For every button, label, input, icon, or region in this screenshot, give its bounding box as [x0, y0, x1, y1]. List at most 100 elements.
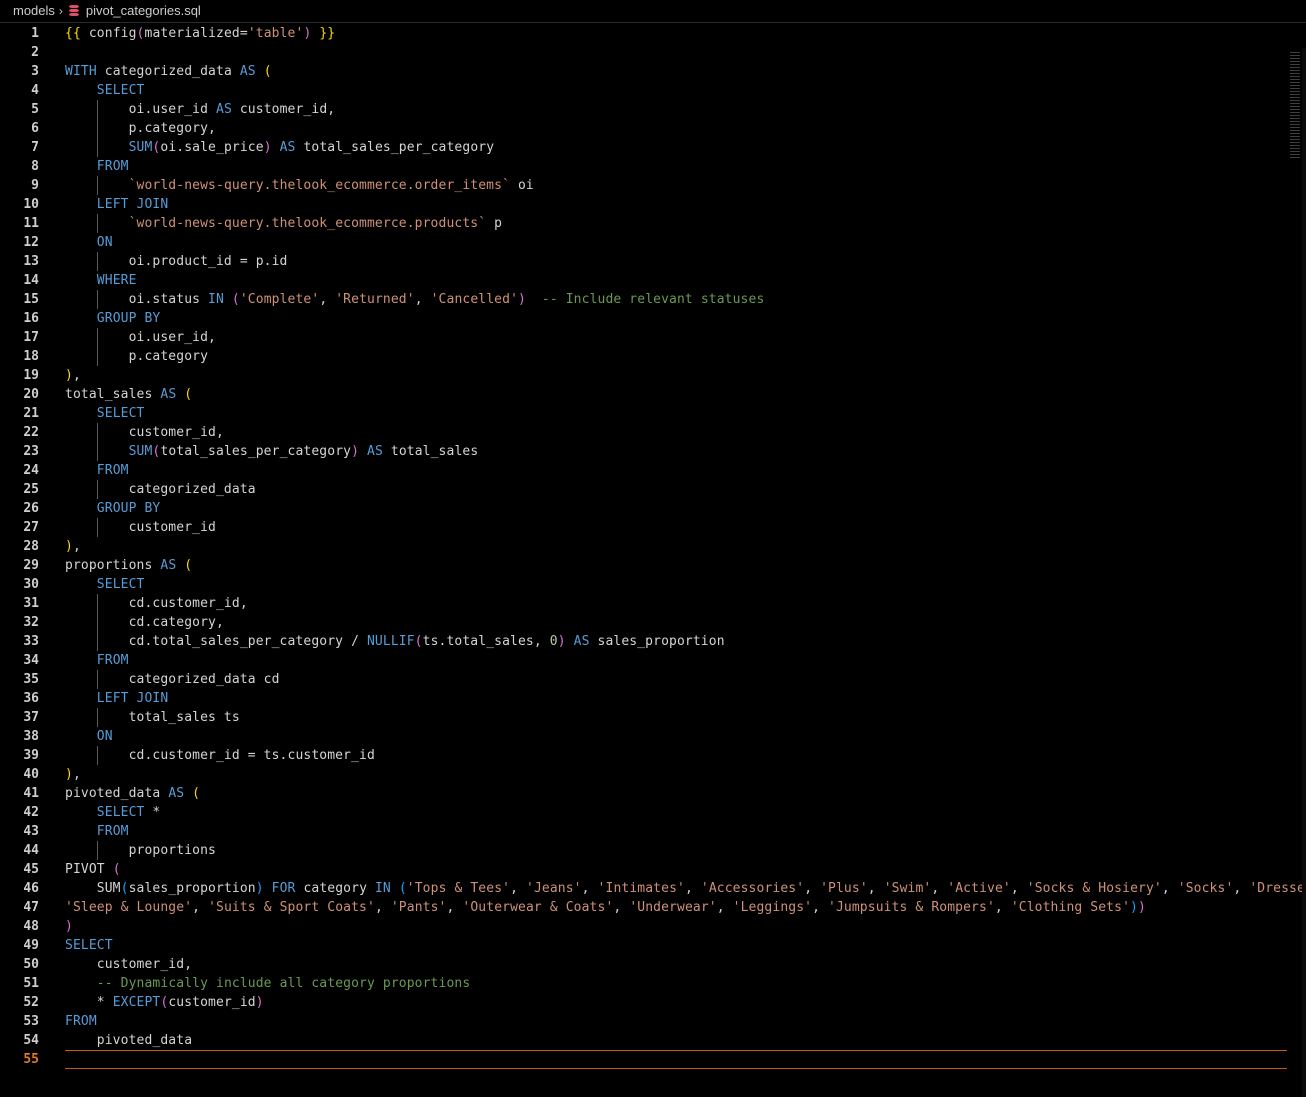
code-line[interactable]: 34 FROM: [0, 651, 1306, 670]
code-text: customer_id,: [65, 425, 224, 440]
code-text: cd.total_sales_per_category / NULLIF(ts.…: [65, 634, 725, 649]
line-number: 12: [23, 235, 39, 250]
line-number: 20: [23, 387, 39, 402]
code-text: WHERE: [96, 273, 137, 288]
code-text: SELECT: [96, 406, 145, 421]
code-line[interactable]: 26 GROUP BY: [0, 499, 1306, 518]
indent-guide: [96, 594, 98, 651]
code-line[interactable]: 38 ON: [0, 727, 1306, 746]
code-line[interactable]: 32 cd.category,: [0, 613, 1306, 632]
code-text: ON: [96, 729, 113, 744]
code-line[interactable]: 7 SUM(oi.sale_price) AS total_sales_per_…: [0, 138, 1306, 157]
code-line[interactable]: 27 customer_id: [0, 518, 1306, 537]
code-line[interactable]: 24 FROM: [0, 461, 1306, 480]
code-line[interactable]: 18 p.category: [0, 347, 1306, 366]
code-text: LEFT JOIN: [96, 197, 169, 212]
code-line[interactable]: 30 SELECT: [0, 575, 1306, 594]
code-text: oi.status IN ('Complete', 'Returned', 'C…: [65, 292, 765, 307]
code-line[interactable]: 6 p.category,: [0, 119, 1306, 138]
line-number: 24: [23, 463, 39, 478]
code-text: p.category,: [65, 121, 216, 136]
code-line[interactable]: 31 cd.customer_id,: [0, 594, 1306, 613]
code-line[interactable]: 9 `world-news-query.thelook_ecommerce.or…: [0, 176, 1306, 195]
code-line[interactable]: 45 PIVOT (: [0, 860, 1306, 879]
line-number: 26: [23, 501, 39, 516]
code-line[interactable]: 42 SELECT *: [0, 803, 1306, 822]
code-text: {{ config(materialized='table') }}: [65, 26, 336, 41]
code-line[interactable]: 44 proportions: [0, 841, 1306, 860]
vertical-scrollbar[interactable]: [1302, 48, 1306, 1097]
indent-guide: [96, 480, 98, 499]
code-line[interactable]: 50 customer_id,: [0, 955, 1306, 974]
code-editor[interactable]: 1{{ config(materialized='table') }} 2 3 WIT…: [0, 24, 1306, 1097]
code-line[interactable]: 40),: [0, 765, 1306, 784]
code-text: oi.user_id,: [65, 330, 216, 345]
line-number: 49: [23, 938, 39, 953]
code-line[interactable]: 49 SELECT: [0, 936, 1306, 955]
code-line[interactable]: 2: [0, 43, 1306, 62]
line-number: 52: [23, 995, 39, 1010]
code-text: PIVOT (: [65, 862, 121, 877]
code-line[interactable]: 12 ON: [0, 233, 1306, 252]
code-line[interactable]: 23 SUM(total_sales_per_category) AS tota…: [0, 442, 1306, 461]
code-line[interactable]: 52 * EXCEPT(customer_id): [0, 993, 1306, 1012]
code-text: SUM(sales_proportion) FOR category IN ('…: [65, 881, 1306, 896]
code-line[interactable]: 53 FROM: [0, 1012, 1306, 1031]
code-line[interactable]: 20 total_sales AS (: [0, 385, 1306, 404]
code-text: cd.category,: [65, 615, 224, 630]
code-line[interactable]: 11 `world-news-query.thelook_ecommerce.p…: [0, 214, 1306, 233]
code-text: proportions: [65, 843, 216, 858]
line-number: 38: [23, 729, 39, 744]
code-line[interactable]: 54 pivoted_data: [0, 1031, 1306, 1050]
code-text: `world-news-query.thelook_ecommerce.prod…: [128, 216, 503, 231]
code-line[interactable]: 16 GROUP BY: [0, 309, 1306, 328]
code-line[interactable]: 36 LEFT JOIN: [0, 689, 1306, 708]
code-line[interactable]: 29 proportions AS (: [0, 556, 1306, 575]
code-line[interactable]: 19),: [0, 366, 1306, 385]
code-line[interactable]: 37 total_sales ts: [0, 708, 1306, 727]
code-line[interactable]: 43 FROM: [0, 822, 1306, 841]
code-line[interactable]: 17 oi.user_id,: [0, 328, 1306, 347]
code-line[interactable]: 8 FROM: [0, 157, 1306, 176]
code-line[interactable]: 21 SELECT: [0, 404, 1306, 423]
line-number: 33: [23, 634, 39, 649]
breadcrumb-folder[interactable]: models: [13, 0, 55, 22]
code-line[interactable]: 4 SELECT: [0, 81, 1306, 100]
indent-guide: [96, 252, 98, 271]
code-text: 'Sleep & Lounge', 'Suits & Sport Coats',…: [65, 900, 1146, 915]
code-line[interactable]: 3 WITH categorized_data AS (: [0, 62, 1306, 81]
code-line[interactable]: 35 categorized_data cd: [0, 670, 1306, 689]
code-line[interactable]: 55: [0, 1050, 1306, 1069]
code-line[interactable]: 15 oi.status IN ('Complete', 'Returned',…: [0, 290, 1306, 309]
code-text: total_sales AS (: [65, 387, 193, 402]
indent-guide: [96, 214, 98, 233]
code-line[interactable]: 33 cd.total_sales_per_category / NULLIF(…: [0, 632, 1306, 651]
indent-guide: [96, 176, 98, 195]
code-line[interactable]: 14 WHERE: [0, 271, 1306, 290]
code-line[interactable]: 46 SUM(sales_proportion) FOR category IN…: [0, 879, 1306, 898]
code-line[interactable]: 5 oi.user_id AS customer_id,: [0, 100, 1306, 119]
code-line[interactable]: 25 categorized_data: [0, 480, 1306, 499]
breadcrumb-file[interactable]: pivot_categories.sql: [86, 0, 201, 22]
code-text: proportions AS (: [65, 558, 193, 573]
code-line[interactable]: 1 {{ config(materialized='table') }}: [0, 24, 1306, 43]
indent-guide: [96, 518, 98, 537]
code-line[interactable]: 28),: [0, 537, 1306, 556]
code-line[interactable]: 13 oi.product_id = p.id: [0, 252, 1306, 271]
code-line[interactable]: 41 pivoted_data AS (: [0, 784, 1306, 803]
line-number: 34: [23, 653, 39, 668]
code-line[interactable]: 22 customer_id,: [0, 423, 1306, 442]
line-number: 30: [23, 577, 39, 592]
code-text: FROM: [96, 824, 129, 839]
line-number: 29: [23, 558, 39, 573]
code-line[interactable]: 47 'Sleep & Lounge', 'Suits & Sport Coats…: [0, 898, 1306, 917]
code-line[interactable]: 10 LEFT JOIN: [0, 195, 1306, 214]
code-line[interactable]: 39 cd.customer_id = ts.customer_id: [0, 746, 1306, 765]
code-line[interactable]: 48): [0, 917, 1306, 936]
minimap[interactable]: [1290, 52, 1300, 158]
chevron-right-icon: ›: [58, 4, 63, 18]
code-line[interactable]: 51 -- Dynamically include all category p…: [0, 974, 1306, 993]
line-number: 50: [23, 957, 39, 972]
code-text: pivoted_data AS (: [65, 786, 201, 801]
code-text: SELECT *: [96, 805, 161, 820]
